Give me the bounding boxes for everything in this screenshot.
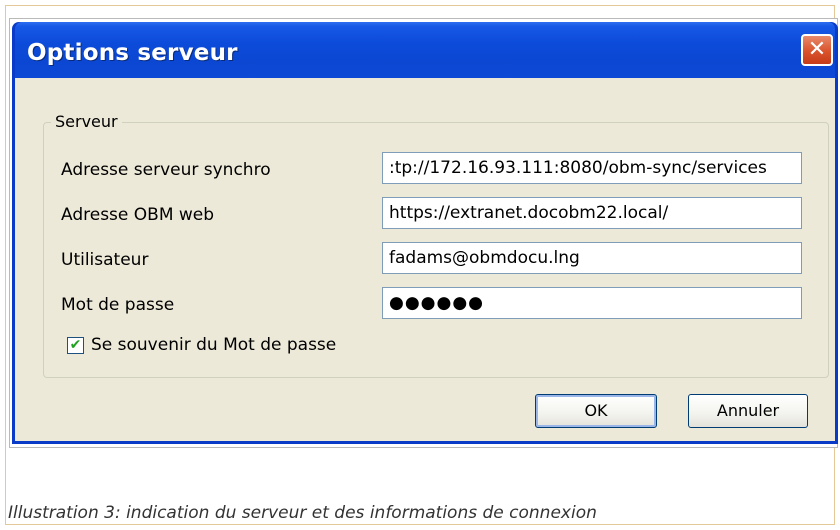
remember-password-checkbox[interactable]: ✔ [67, 337, 84, 354]
password-label: Mot de passe [61, 295, 175, 315]
cancel-button[interactable]: Annuler [688, 394, 808, 428]
remember-password-label[interactable]: Se souvenir du Mot de passe [91, 335, 336, 355]
window-title: Options serveur [27, 40, 238, 66]
dialog-body: Serveur Adresse serveur synchro :tp://17… [15, 78, 835, 441]
checkmark-icon: ✔ [69, 337, 82, 353]
password-input[interactable]: ●●●●●● [382, 287, 802, 319]
close-icon: ✕ [807, 37, 827, 62]
obm-web-label: Adresse OBM web [61, 205, 215, 225]
options-dialog: Options serveur ✕ Serveur Adresse serveu… [12, 22, 838, 444]
ok-button[interactable]: OK [535, 394, 657, 428]
obm-web-input[interactable]: https://extranet.docobm22.local/ [382, 197, 802, 229]
figure-caption: Illustration 3: indication du serveur et… [8, 503, 597, 523]
sync-server-input[interactable]: :tp://172.16.93.111:8080/obm-sync/servic… [382, 152, 802, 184]
sync-server-label: Adresse serveur synchro [61, 160, 271, 180]
username-input[interactable]: fadams@obmdocu.lng [382, 242, 802, 274]
username-label: Utilisateur [61, 250, 149, 270]
close-button[interactable]: ✕ [801, 34, 833, 66]
groupbox-title: Serveur [51, 112, 122, 131]
title-bar[interactable]: Options serveur ✕ [15, 22, 835, 78]
